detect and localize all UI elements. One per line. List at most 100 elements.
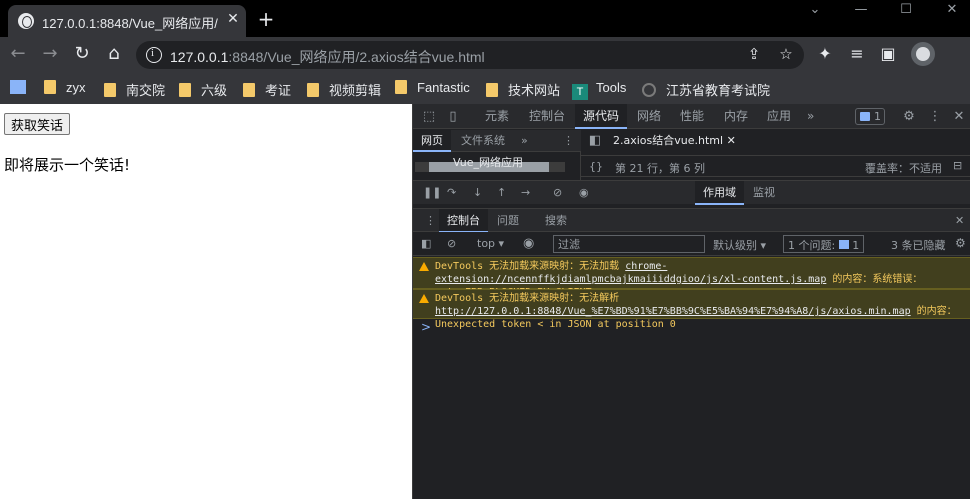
bookmark-zyx[interactable]: zyx — [44, 80, 86, 98]
drawer-tabbar: ⋮ 控制台 问题 搜索 ✕ — [413, 208, 970, 233]
tab-search-icon[interactable]: ⌄ — [805, 2, 825, 17]
console-settings-icon[interactable]: ⚙ — [955, 236, 966, 250]
drawer-tab-console[interactable]: 控制台 — [439, 209, 488, 233]
browser-toolbar: ← → ↻ ⌂ 127.0.0.1:8848/Vue_网络应用/2.axios结… — [0, 37, 970, 72]
nav-menu-icon[interactable]: ⋮ — [563, 130, 574, 152]
bookmark-fantastic[interactable]: Fantastic — [395, 80, 470, 98]
more-tabs-icon[interactable]: » — [807, 104, 814, 129]
tab-console[interactable]: 控制台 — [529, 104, 565, 129]
tab-sources[interactable]: 源代码 — [575, 104, 628, 129]
folder-icon — [486, 83, 498, 97]
bookmark-kaozheng[interactable]: 考证 — [243, 80, 291, 98]
close-window-icon[interactable]: ✕ — [942, 2, 962, 17]
get-joke-button[interactable]: 获取笑话 — [4, 113, 71, 135]
page-content: 获取笑话 即将展示一个笑话! — [0, 104, 412, 499]
drawer-menu-icon[interactable]: ⋮ — [425, 214, 436, 227]
pretty-print-icon[interactable]: {} — [589, 160, 603, 173]
tab-watch[interactable]: 监视 — [745, 181, 783, 205]
inspect-icon[interactable]: ⬚ — [421, 109, 437, 124]
star-icon[interactable]: ☆ — [776, 45, 796, 63]
extensions-icon[interactable]: ✦ — [814, 44, 836, 63]
sidebar-toggle-icon[interactable]: ◧ — [421, 237, 431, 250]
settings-icon[interactable]: ⚙ — [901, 109, 917, 124]
toggle-debugger-icon[interactable]: ⊟ — [953, 159, 962, 172]
bookmark-jishuwangzhan[interactable]: 技术网站 — [486, 80, 560, 98]
folder-icon — [44, 80, 56, 94]
console-warning: DevTools 无法加载来源映射：无法加载 chrome-extension:… — [413, 257, 970, 298]
hidden-count: 3 条已隐藏 — [891, 239, 946, 252]
folder-icon — [104, 83, 116, 97]
tab-memory[interactable]: 内存 — [724, 104, 748, 129]
tab-close-icon[interactable]: ✕ — [224, 11, 242, 27]
folder-icon — [243, 83, 255, 97]
tab-application[interactable]: 应用 — [767, 104, 791, 129]
coverage-text: 覆盖率：不适用 — [865, 162, 942, 175]
tab-performance[interactable]: 性能 — [680, 104, 704, 129]
bookmark-nanjiaoyuan[interactable]: 南交院 — [104, 80, 165, 98]
close-drawer-icon[interactable]: ✕ — [955, 214, 964, 227]
back-icon[interactable]: ← — [6, 43, 30, 64]
cursor-position: 第 21 行，第 6 列 — [615, 162, 705, 175]
browser-tab[interactable]: 127.0.0.1:8848/Vue_网络应用/2 ✕ — [8, 5, 246, 37]
media-icon[interactable]: ≡ — [846, 44, 868, 63]
tree-item-folder[interactable]: Vue_网络应用 — [453, 154, 523, 170]
clear-console-icon[interactable]: ⊘ — [447, 237, 456, 250]
forward-icon[interactable]: → — [38, 43, 62, 64]
more-nav-icon[interactable]: » — [521, 130, 528, 152]
sources-panel: 网页 文件系统 » ⋮ Vue_网络应用 ◧ 2.axios结合vue.html… — [413, 130, 970, 205]
console-prompt[interactable]: > — [421, 320, 431, 334]
context-select[interactable]: top ▾ — [477, 237, 504, 250]
step-over-icon[interactable]: ↷ — [447, 186, 456, 199]
devtools-panel: ⬚ ▯ 元素 控制台 源代码 网络 性能 内存 应用 » 1 ⚙ ⋮ ✕ 网页 … — [412, 104, 970, 499]
step-into-icon[interactable]: ↓ — [473, 186, 482, 199]
share-icon[interactable]: ⇪ — [744, 45, 764, 63]
warning-link[interactable]: http://127.0.0.1:8848/Vue_%E7%BD%91%E7%B… — [435, 306, 911, 317]
joke-text: 即将展示一个笑话! — [4, 156, 131, 174]
bookmark-tools[interactable]: T Tools — [572, 80, 626, 100]
kebab-menu-icon[interactable]: ⋮ — [927, 109, 943, 124]
address-bar[interactable]: 127.0.0.1:8848/Vue_网络应用/2.axios结合vue.htm… — [136, 41, 804, 69]
new-tab-button[interactable]: + — [256, 7, 276, 31]
tab-page[interactable]: 网页 — [413, 130, 451, 152]
tab-scope[interactable]: 作用域 — [695, 181, 744, 205]
bookmark-jiangsu-edu[interactable]: 江苏省教育考试院 — [642, 80, 770, 98]
minimize-icon[interactable]: — — [851, 2, 871, 17]
drawer-tab-search[interactable]: 搜索 — [537, 209, 575, 233]
editor-status-bar: {} 第 21 行，第 6 列 覆盖率：不适用 ⊟ — [581, 155, 970, 177]
avatar[interactable] — [911, 42, 935, 66]
step-out-icon[interactable]: ↑ — [497, 186, 506, 199]
bookmark-liuji[interactable]: 六级 — [179, 80, 227, 98]
apps-icon[interactable] — [10, 80, 34, 98]
eye-icon[interactable]: ◉ — [523, 236, 534, 251]
reload-icon[interactable]: ↻ — [70, 43, 94, 64]
close-devtools-icon[interactable]: ✕ — [951, 109, 967, 124]
pause-icon[interactable]: ❚❚ — [423, 186, 441, 199]
folder-icon — [307, 83, 319, 97]
bookmarks-bar: zyx 南交院 六级 考证 视频剪辑 Fantastic 技术网站 T Tools… — [0, 72, 970, 104]
bookmark-shipinjianji[interactable]: 视频剪辑 — [307, 80, 381, 98]
close-file-icon[interactable]: ✕ — [727, 134, 736, 147]
deactivate-breakpoints-icon[interactable]: ⊘ — [553, 186, 562, 199]
tab-filesystem[interactable]: 文件系统 — [461, 130, 505, 152]
filter-input[interactable] — [553, 235, 705, 253]
sidepanel-icon[interactable]: ▣ — [877, 44, 899, 63]
issues-counter[interactable]: 1 个问题: 1 — [783, 235, 865, 253]
info-icon[interactable] — [146, 47, 162, 63]
url-text[interactable]: 127.0.0.1:8848/Vue_网络应用/2.axios结合vue.htm… — [170, 47, 485, 67]
home-icon[interactable]: ⌂ — [102, 43, 126, 64]
tab-elements[interactable]: 元素 — [485, 104, 509, 129]
toggle-navigator-icon[interactable]: ◧ — [587, 133, 603, 148]
pause-on-exceptions-icon[interactable]: ◉ — [579, 186, 589, 199]
console-warning: DevTools 无法加载来源映射：无法解析 http://127.0.0.1:… — [413, 289, 970, 330]
drawer-tab-issues[interactable]: 问题 — [489, 209, 527, 233]
navigator-tabs: 网页 文件系统 » ⋮ — [413, 130, 581, 152]
tools-icon: T — [572, 84, 588, 100]
levels-select[interactable]: 默认级别 ▾ — [713, 237, 766, 253]
file-tab[interactable]: 2.axios结合vue.html ✕ — [609, 130, 740, 152]
issues-badge[interactable]: 1 — [855, 108, 885, 125]
device-toolbar-icon[interactable]: ▯ — [445, 109, 461, 124]
maximize-icon[interactable]: ☐ — [896, 2, 916, 17]
step-icon[interactable]: → — [521, 186, 530, 199]
warning-icon — [419, 294, 429, 303]
tab-network[interactable]: 网络 — [637, 104, 661, 129]
